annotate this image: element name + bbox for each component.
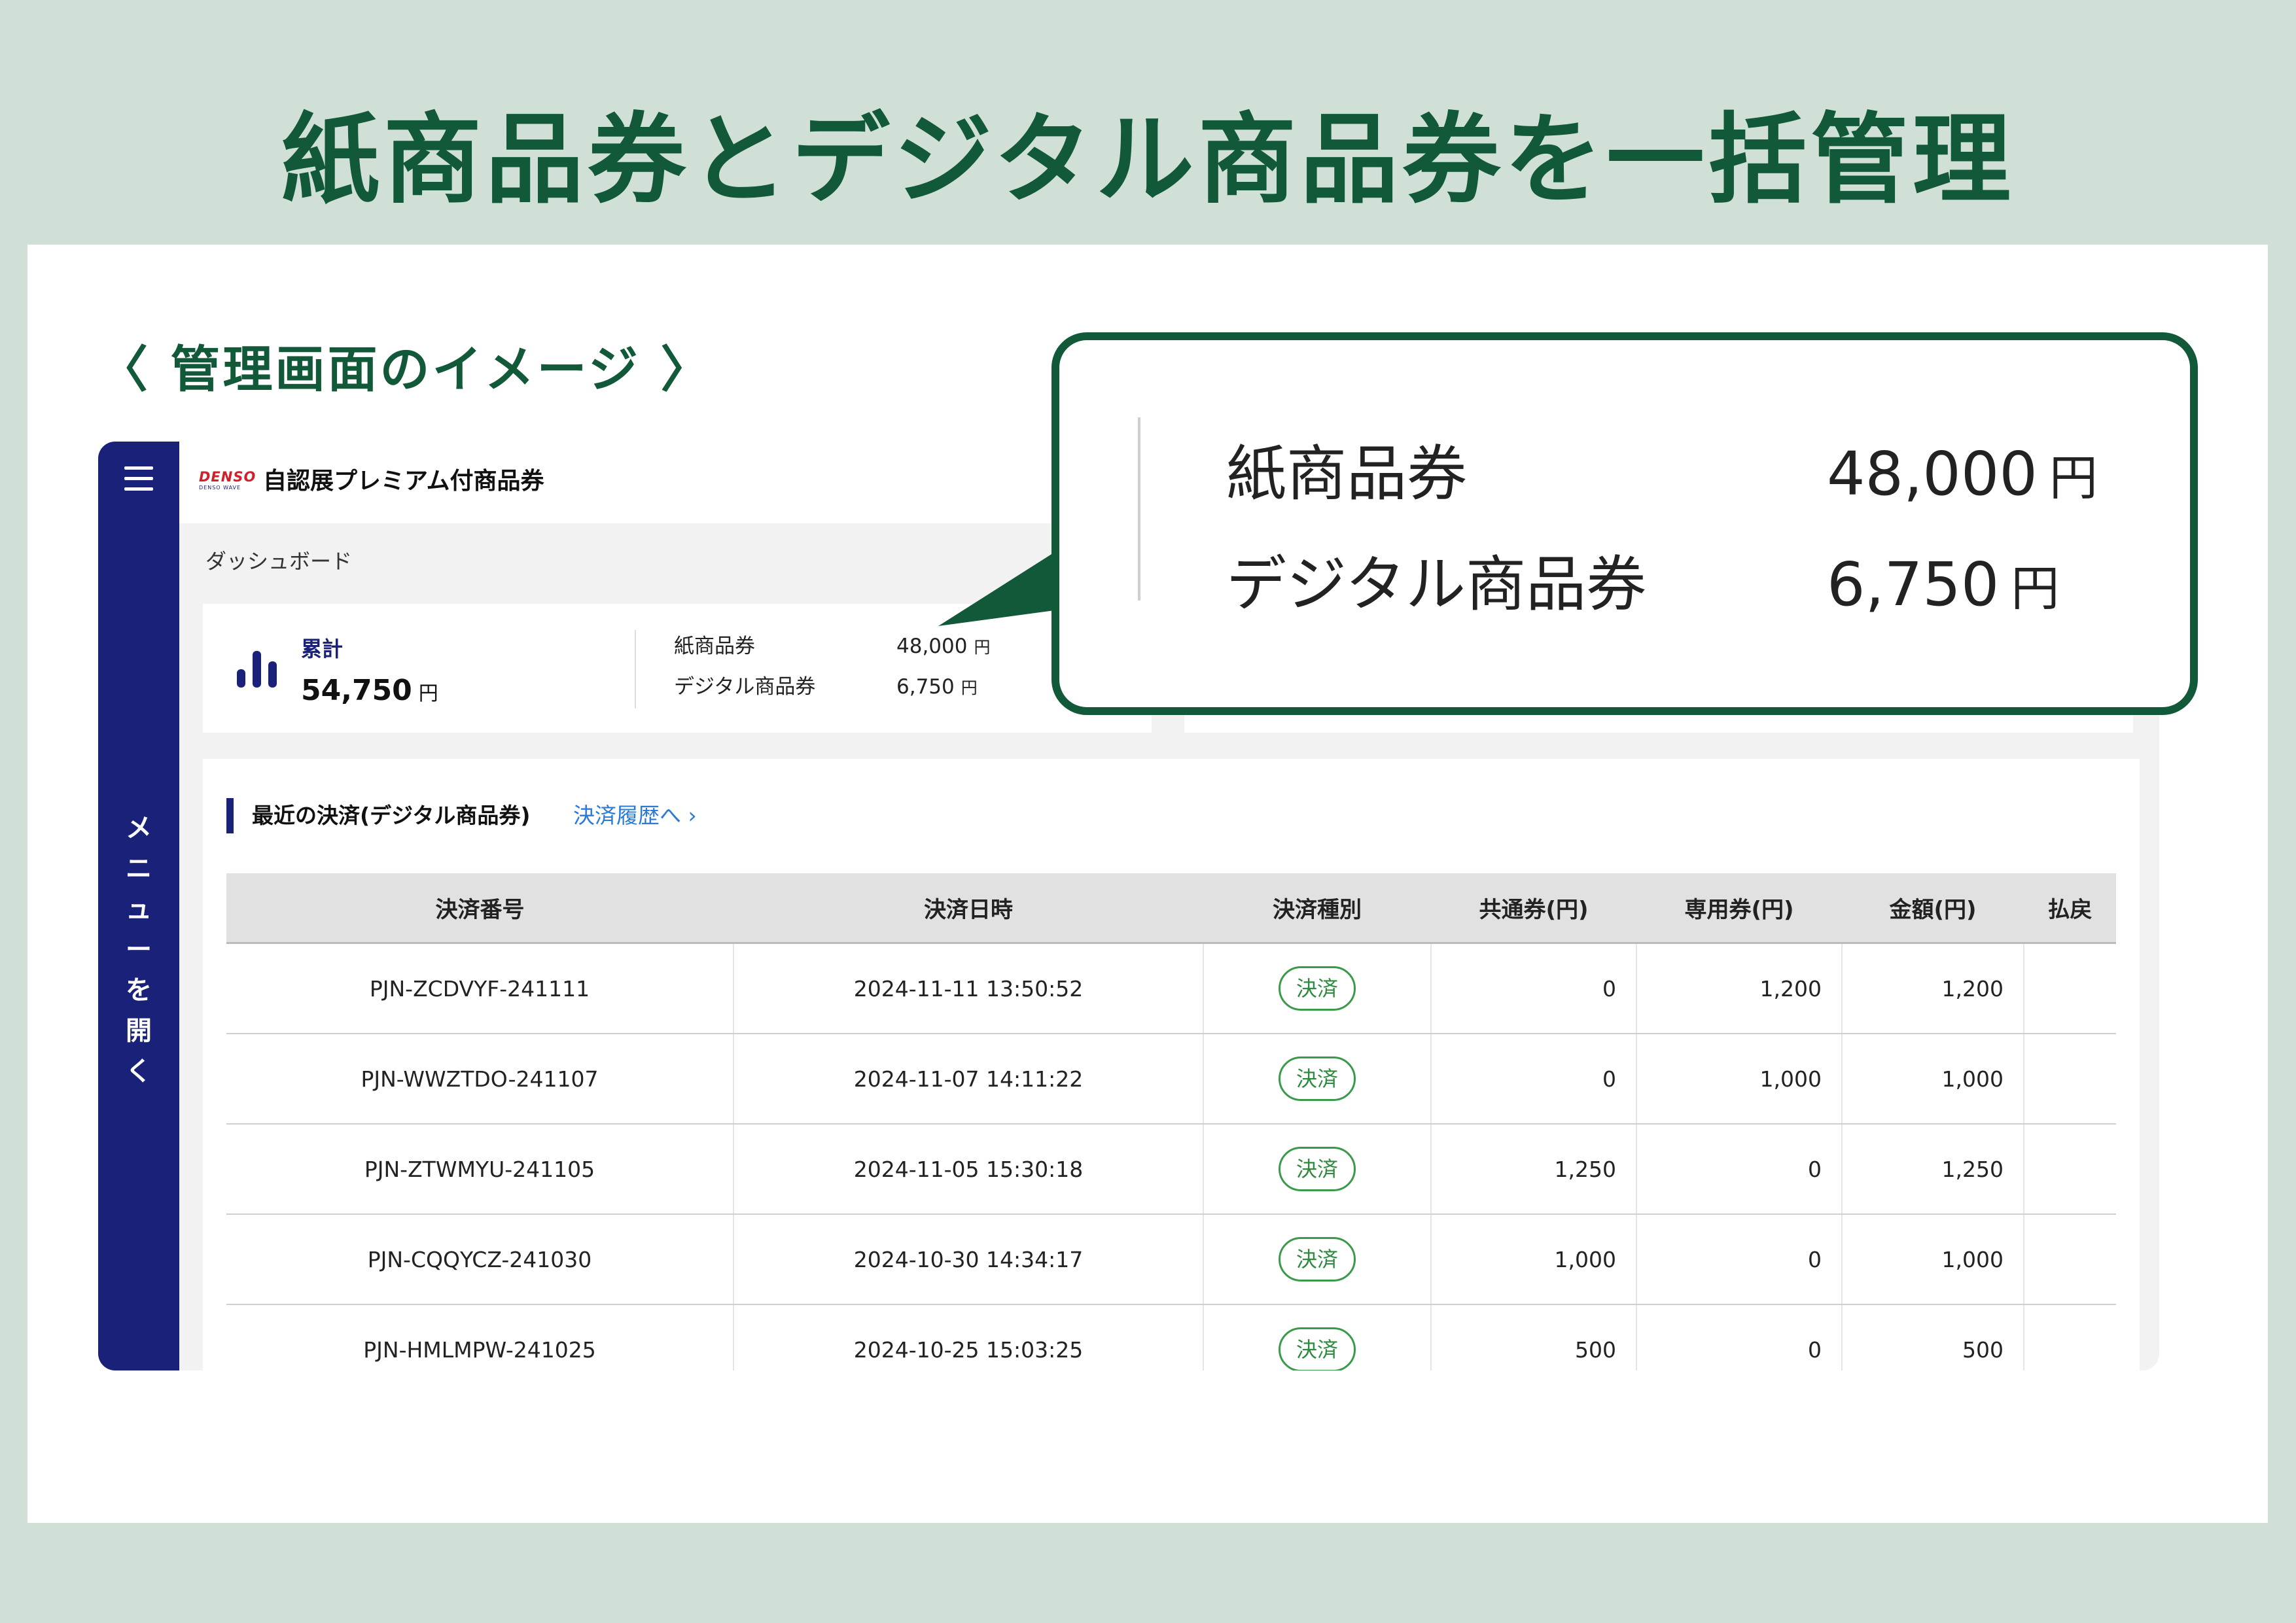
cell-dedicated: 0 (1636, 1304, 1843, 1370)
cell-type: 決済 (1203, 943, 1432, 1034)
cell-amount: 1,200 (1842, 943, 2024, 1034)
payment-type-badge: 決済 (1278, 1237, 1356, 1282)
rail-menu-label[interactable]: メニューを開く (98, 808, 179, 1092)
table-row[interactable]: PJN-HMLMPW-241025 2024-10-25 15:03:25 決済 50… (226, 1304, 2116, 1370)
table-header-row: 決済番号 決済日時 決済種別 共通券(円) 専用券(円) 金額(円) 払戻 (226, 873, 2116, 944)
cell-common: 1,000 (1431, 1214, 1637, 1305)
payment-type-badge: 決済 (1278, 1056, 1356, 1101)
cell-datetime: 2024-11-11 13:50:52 (733, 943, 1204, 1034)
summary-divider (635, 630, 636, 708)
callout-pointer (938, 543, 1069, 626)
recent-title: 最近の決済(デジタル商品券) (226, 798, 531, 833)
paper-label: 紙商品券 (674, 635, 755, 658)
table-row[interactable]: PJN-WWZTDO-241107 2024-11-07 14:11:22 決済 0 1… (226, 1034, 2116, 1125)
cell-amount: 1,000 (1842, 1214, 2024, 1305)
cell-type: 決済 (1203, 1304, 1432, 1370)
payment-type-badge: 決済 (1278, 1327, 1356, 1370)
cell-common: 1,250 (1431, 1124, 1637, 1215)
cell-id: PJN-ZCDVYF-241111 (226, 943, 734, 1034)
cell-amount: 1,250 (1842, 1124, 2024, 1215)
cell-refund (2024, 1034, 2116, 1125)
logo-sub-text: DENSO WAVE (199, 485, 241, 491)
cell-refund (2024, 1124, 2116, 1215)
app-title: 自認展プレミアム付商品券 (263, 468, 544, 495)
hamburger-icon[interactable] (124, 466, 153, 493)
cell-dedicated: 1,000 (1636, 1034, 1843, 1125)
cell-refund (2024, 1214, 2116, 1305)
cell-dedicated: 0 (1636, 1214, 1843, 1305)
digital-unit: 円 (961, 678, 978, 697)
headline: 紙商品券とデジタル商品券を一括管理 (281, 103, 2015, 217)
cell-refund (2024, 1304, 2116, 1370)
callout-digital-row: デジタル商品券 6,750 円 (1226, 546, 2059, 628)
cell-refund (2024, 943, 2116, 1034)
side-rail[interactable]: メニューを開く (98, 442, 179, 1370)
cell-datetime: 2024-10-30 14:34:17 (733, 1214, 1204, 1305)
denso-logo: DENSO DENSO WAVE (199, 469, 256, 495)
table-row[interactable]: PJN-ZCDVYF-241111 2024-11-11 13:50:52 決済 0 1… (226, 943, 2116, 1034)
cell-common: 500 (1431, 1304, 1637, 1370)
cell-amount: 1,000 (1842, 1034, 2024, 1125)
cell-dedicated: 1,200 (1636, 943, 1843, 1034)
breadcrumb: ダッシュボード (205, 549, 353, 574)
col-header-type: 決済種別 (1203, 873, 1431, 944)
bar-chart-icon (237, 651, 277, 688)
callout-digital-label: デジタル商品券 (1226, 550, 1647, 620)
cell-type: 決済 (1203, 1214, 1432, 1305)
table-row[interactable]: PJN-ZTWMYU-241105 2024-11-05 15:30:18 決済 1,… (226, 1124, 2116, 1215)
callout-paper-value: 48,000 (1827, 439, 2038, 509)
cell-type: 決済 (1203, 1034, 1432, 1125)
section-label: 〈 管理画面のイメージ 〉 (98, 340, 713, 398)
cell-id: PJN-CQQYCZ-241030 (226, 1214, 734, 1305)
cell-id: PJN-ZTWMYU-241105 (226, 1124, 734, 1215)
digital-label: デジタル商品券 (674, 675, 816, 699)
cell-datetime: 2024-11-05 15:30:18 (733, 1124, 1204, 1215)
cell-dedicated: 0 (1636, 1124, 1843, 1215)
zoom-callout: 紙商品券 48,000 円 デジタル商品券 6,750 円 (1051, 332, 2198, 715)
cell-amount: 500 (1842, 1304, 2024, 1370)
total-value: 54,750 円 (301, 671, 438, 714)
logo-main-text: DENSO (199, 469, 256, 485)
total-unit: 円 (418, 682, 438, 705)
digital-value: 6,750 (896, 675, 955, 699)
cell-common: 0 (1431, 943, 1637, 1034)
cell-id: PJN-WWZTDO-241107 (226, 1034, 734, 1125)
callout-digital-unit: 円 (2011, 561, 2060, 617)
recent-transactions-card: 最近の決済(デジタル商品券) 決済履歴へ › 決済番号 決済日時 決済種別 共通… (203, 759, 2140, 1370)
table-row[interactable]: PJN-CQQYCZ-241030 2024-10-30 14:34:17 決済 1,… (226, 1214, 2116, 1305)
col-header-common: 共通券(円) (1431, 873, 1636, 944)
cell-id: PJN-HMLMPW-241025 (226, 1304, 734, 1370)
col-header-datetime: 決済日時 (733, 873, 1203, 944)
cell-datetime: 2024-10-25 15:03:25 (733, 1304, 1204, 1370)
callout-divider (1138, 417, 1140, 601)
transactions-table: 決済番号 決済日時 決済種別 共通券(円) 専用券(円) 金額(円) 払戻 PJ… (226, 873, 2116, 1370)
history-link[interactable]: 決済履歴へ › (573, 798, 697, 833)
callout-paper-unit: 円 (2049, 450, 2098, 506)
callout-paper-label: 紙商品券 (1226, 439, 1468, 509)
payment-type-badge: 決済 (1278, 1147, 1356, 1191)
callout-paper-row: 紙商品券 48,000 円 (1226, 435, 2098, 517)
col-header-refund: 払戻 (2024, 873, 2116, 944)
col-header-amount: 金額(円) (1842, 873, 2024, 944)
cell-common: 0 (1431, 1034, 1637, 1125)
cell-type: 決済 (1203, 1124, 1432, 1215)
digital-summary-row: デジタル商品券 6,750 円 (674, 671, 978, 705)
cell-datetime: 2024-11-07 14:11:22 (733, 1034, 1204, 1125)
total-amount: 54,750 (301, 674, 412, 707)
total-label: 累計 (301, 637, 344, 661)
col-header-dedicated: 専用券(円) (1636, 873, 1842, 944)
payment-type-badge: 決済 (1278, 966, 1356, 1011)
callout-digital-value: 6,750 (1827, 550, 2000, 620)
col-header-id: 決済番号 (226, 873, 733, 944)
